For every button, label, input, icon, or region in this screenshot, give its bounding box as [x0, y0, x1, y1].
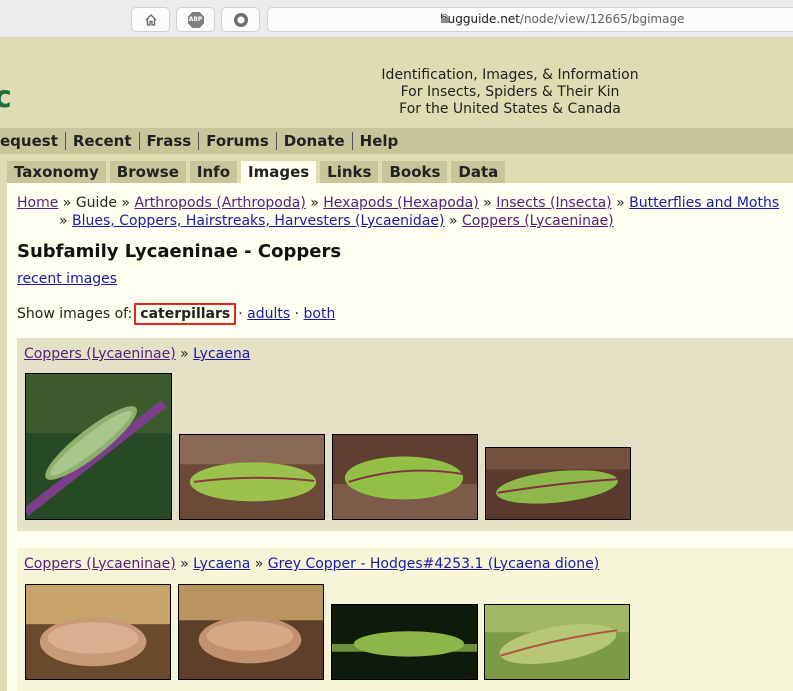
menu-frass[interactable]: Frass	[140, 132, 200, 150]
breadcrumb-butterflies[interactable]: Butterflies and Moths	[629, 195, 779, 211]
filter-caterpillars-selected: caterpillars	[134, 303, 237, 325]
breadcrumb-lycaenidae[interactable]: Blues, Coppers, Hairstreaks, Harvesters …	[72, 213, 444, 229]
filter-separator: ·	[238, 306, 243, 322]
breadcrumb-home[interactable]: Home	[17, 195, 58, 211]
address-bar[interactable]: bugguide.net/node/view/12665/bgimage	[267, 7, 793, 32]
group-crumb-coppers[interactable]: Coppers (Lycaeninae)	[24, 556, 176, 572]
main-menu: equest Recent Frass Forums Donate Help	[0, 128, 793, 154]
show-images-label: Show images of:	[17, 306, 133, 322]
caterpillar-thumbnail[interactable]	[179, 434, 325, 520]
menu-forums[interactable]: Forums	[199, 132, 277, 150]
caterpillar-thumbnail[interactable]	[484, 604, 630, 680]
tab-data[interactable]: Data	[451, 161, 506, 183]
record-icon	[233, 12, 248, 27]
breadcrumb-sep: »	[448, 213, 458, 229]
tab-links[interactable]: Links	[320, 161, 379, 183]
menu-help[interactable]: Help	[353, 132, 406, 150]
breadcrumb-hexapods[interactable]: Hexapods (Hexapoda)	[323, 195, 478, 211]
tab-taxonomy[interactable]: Taxonomy	[7, 161, 106, 183]
tab-books[interactable]: Books	[382, 161, 448, 183]
caterpillar-thumbnail[interactable]	[331, 604, 478, 680]
guide-tabs: Taxonomy Browse Info Images Links Books …	[7, 161, 509, 185]
image-group: Coppers (Lycaeninae) » Lycaena	[17, 338, 793, 531]
group-crumb-grey-copper[interactable]: Grey Copper - Hodges#4253.1 (Lycaena dio…	[268, 556, 599, 572]
tab-info[interactable]: Info	[189, 161, 237, 183]
breadcrumb-sep: »	[121, 195, 130, 211]
caterpillar-thumbnail[interactable]	[178, 584, 324, 680]
breadcrumb-arthropods[interactable]: Arthropods (Arthropoda)	[134, 195, 305, 211]
group-breadcrumb: Coppers (Lycaeninae) » Lycaena	[24, 346, 250, 362]
breadcrumb-line-2: » Blues, Coppers, Hairstreaks, Harvester…	[59, 213, 614, 229]
menu-recent[interactable]: Recent	[66, 132, 140, 150]
recent-images-link[interactable]: recent images	[17, 271, 117, 287]
group-crumb-lycaena[interactable]: Lycaena	[193, 556, 250, 572]
site-tagline: Identification, Images, & Information Fo…	[350, 67, 670, 118]
image-group: Coppers (Lycaeninae) » Lycaena » Grey Co…	[17, 548, 793, 691]
url-host: bugguide.net	[440, 12, 520, 26]
menu-donate[interactable]: Donate	[277, 132, 353, 150]
record-button[interactable]	[221, 7, 260, 32]
group-crumb-coppers[interactable]: Coppers (Lycaeninae)	[24, 346, 176, 362]
caterpillar-thumbnail[interactable]	[332, 434, 478, 520]
browser-toolbar: ABP bugguide.net/node/view/12665/bgimage	[0, 0, 793, 38]
tagline-line-1: Identification, Images, & Information	[381, 67, 639, 83]
breadcrumb-sep: »	[62, 195, 72, 211]
url-path: /node/view/12665/bgimage	[519, 12, 685, 26]
tagline-line-3: For the United States & Canada	[399, 101, 621, 117]
show-images-filter: Show images of: caterpillars · adults · …	[17, 303, 335, 325]
site-logo[interactable]: c	[0, 80, 12, 115]
breadcrumb-insects[interactable]: Insects (Insecta)	[496, 195, 611, 211]
filter-adults-link[interactable]: adults	[247, 306, 290, 322]
filter-separator: ·	[294, 306, 300, 322]
breadcrumb-sep: »	[483, 195, 492, 211]
home-icon	[145, 13, 156, 26]
breadcrumb-sep: »	[254, 556, 264, 572]
breadcrumb: Home » Guide » Arthropods (Arthropoda) »…	[17, 195, 779, 211]
filter-both-link[interactable]: both	[304, 306, 336, 322]
caterpillar-thumbnail[interactable]	[25, 584, 171, 680]
breadcrumb-guide: Guide	[75, 195, 117, 211]
breadcrumb-sep: »	[180, 556, 189, 572]
tab-browse[interactable]: Browse	[109, 161, 186, 183]
tab-images[interactable]: Images	[241, 161, 317, 185]
lock-icon	[441, 14, 449, 23]
adblock-label: ABP	[188, 16, 203, 23]
page-title: Subfamily Lycaeninae - Coppers	[17, 241, 342, 262]
caterpillar-thumbnail[interactable]	[485, 447, 631, 520]
menu-request[interactable]: equest	[0, 132, 66, 150]
group-breadcrumb: Coppers (Lycaeninae) » Lycaena » Grey Co…	[24, 556, 599, 572]
home-button[interactable]	[131, 7, 170, 32]
breadcrumb-sep: »	[616, 195, 625, 211]
group-crumb-lycaena[interactable]: Lycaena	[193, 346, 250, 362]
caterpillar-thumbnail[interactable]	[25, 373, 172, 520]
tagline-line-2: For Insects, Spiders & Their Kin	[400, 84, 620, 100]
breadcrumb-sep: »	[180, 346, 189, 362]
breadcrumb-sep: »	[59, 213, 68, 229]
adblock-button[interactable]: ABP	[176, 7, 215, 32]
breadcrumb-coppers[interactable]: Coppers (Lycaeninae)	[462, 213, 614, 229]
breadcrumb-sep: »	[310, 195, 319, 211]
